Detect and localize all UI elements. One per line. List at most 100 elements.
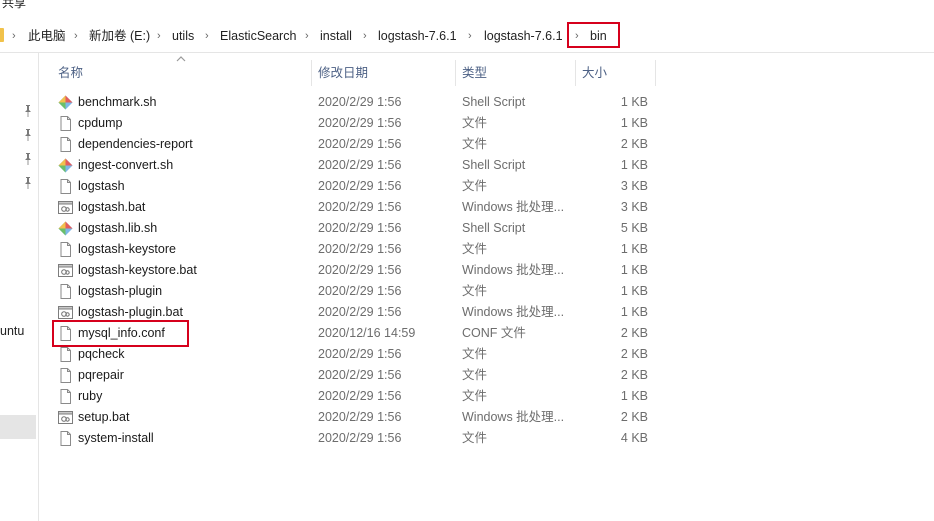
sidebar-item-ubuntu[interactable]: untu (0, 324, 24, 338)
file-modified-date: 2020/12/16 14:59 (318, 326, 416, 340)
column-divider[interactable] (575, 60, 576, 86)
file-row[interactable]: logstash-plugin 2020/2/29 1:56 文件 1 KB (52, 281, 648, 302)
pin-icon[interactable] (23, 177, 33, 189)
file-size: 1 KB (620, 305, 648, 319)
ribbon-tab-fragment[interactable]: 共享 (0, 0, 934, 14)
batch-file-icon (58, 305, 73, 320)
file-size: 3 KB (620, 200, 648, 214)
column-divider[interactable] (455, 60, 456, 86)
file-size: 1 KB (620, 242, 648, 256)
column-header-size[interactable]: 大小 (582, 60, 607, 86)
file-size: 1 KB (620, 116, 648, 130)
chevron-right-icon[interactable]: › (12, 27, 16, 45)
file-modified-date: 2020/2/29 1:56 (318, 305, 402, 319)
file-size: 5 KB (620, 221, 648, 235)
file-modified-date: 2020/2/29 1:56 (318, 116, 402, 130)
column-header-date[interactable]: 修改日期 (318, 60, 368, 86)
chevron-right-icon[interactable]: › (157, 27, 161, 45)
file-type: 文件 (462, 389, 488, 403)
file-name: ruby (78, 389, 103, 403)
file-name: logstash-keystore (78, 242, 176, 256)
batch-file-icon (58, 263, 73, 278)
file-icon (58, 389, 73, 404)
file-type: 文件 (462, 368, 488, 382)
file-type: Shell Script (462, 158, 526, 172)
chevron-right-icon[interactable]: › (205, 27, 209, 45)
sidebar-item-selected[interactable] (0, 415, 36, 439)
bin-highlight-box (567, 22, 620, 48)
pin-icon[interactable] (23, 105, 33, 117)
file-row[interactable]: system-install 2020/2/29 1:56 文件 4 KB (52, 428, 648, 449)
file-row[interactable]: benchmark.sh 2020/2/29 1:56 Shell Script 1 … (52, 92, 648, 113)
file-size: 2 KB (620, 137, 648, 151)
file-type: Shell Script (462, 221, 526, 235)
ribbon-tab-share[interactable]: 共享 (2, 0, 26, 11)
file-modified-date: 2020/2/29 1:56 (318, 389, 402, 403)
breadcrumb-this-pc[interactable]: 此电脑 (28, 27, 66, 45)
column-header-type[interactable]: 类型 (462, 60, 487, 86)
breadcrumb-logstash-inner[interactable]: logstash-7.6.1 (484, 27, 563, 45)
file-size: 2 KB (620, 326, 648, 340)
file-row[interactable]: logstash-keystore 2020/2/29 1:56 文件 1 KB (52, 239, 648, 260)
file-row[interactable]: logstash.bat 2020/2/29 1:56 Windows 批处理...… (52, 197, 648, 218)
file-row[interactable]: ingest-convert.sh 2020/2/29 1:56 Shell Scr… (52, 155, 648, 176)
column-divider[interactable] (655, 60, 656, 86)
chevron-right-icon[interactable]: › (363, 27, 367, 45)
batch-file-icon (58, 410, 73, 425)
shell-script-icon (58, 158, 73, 173)
batch-file-icon (58, 200, 73, 215)
file-name: pqrepair (78, 368, 124, 382)
file-type: Windows 批处理... (462, 200, 565, 214)
file-row[interactable]: pqcheck 2020/2/29 1:56 文件 2 KB (52, 344, 648, 365)
column-header-name[interactable]: 名称 (58, 60, 83, 86)
file-icon (58, 431, 73, 446)
pin-icon[interactable] (23, 153, 33, 165)
chevron-right-icon[interactable]: › (468, 27, 472, 45)
file-row[interactable]: logstash 2020/2/29 1:56 文件 3 KB (52, 176, 648, 197)
breadcrumb-utils[interactable]: utils (172, 27, 194, 45)
column-divider[interactable] (311, 60, 312, 86)
breadcrumb-install[interactable]: install (320, 27, 352, 45)
file-row[interactable]: setup.bat 2020/2/29 1:56 Windows 批处理... 2 K… (52, 407, 648, 428)
file-type: 文件 (462, 284, 488, 298)
file-icon (58, 347, 73, 362)
pin-icon[interactable] (23, 129, 33, 141)
file-name: ingest-convert.sh (78, 158, 174, 172)
file-modified-date: 2020/2/29 1:56 (318, 137, 402, 151)
navigation-pane[interactable]: untu (0, 53, 39, 521)
file-name: logstash.bat (78, 200, 146, 214)
file-type: 文件 (462, 179, 488, 193)
file-size: 1 KB (620, 389, 648, 403)
file-row[interactable]: cpdump 2020/2/29 1:56 文件 1 KB (52, 113, 648, 134)
file-size: 1 KB (620, 263, 648, 277)
file-row[interactable]: logstash-keystore.bat 2020/2/29 1:56 Windo… (52, 260, 648, 281)
file-row[interactable]: dependencies-report 2020/2/29 1:56 文件 2 KB (52, 134, 648, 155)
file-modified-date: 2020/2/29 1:56 (318, 179, 402, 193)
file-row[interactable]: logstash.lib.sh 2020/2/29 1:56 Shell Scrip… (52, 218, 648, 239)
file-row[interactable]: ruby 2020/2/29 1:56 文件 1 KB (52, 386, 648, 407)
file-type: Windows 批处理... (462, 263, 565, 277)
file-row[interactable]: pqrepair 2020/2/29 1:56 文件 2 KB (52, 365, 648, 386)
chevron-right-icon[interactable]: › (305, 27, 309, 45)
shell-script-icon (58, 95, 73, 110)
address-bar[interactable]: › 此电脑 › 新加卷 (E:) › utils › ElasticSearch… (0, 18, 934, 53)
file-size: 2 KB (620, 410, 648, 424)
file-modified-date: 2020/2/29 1:56 (318, 200, 402, 214)
file-type: 文件 (462, 347, 488, 361)
file-size: 1 KB (620, 158, 648, 172)
file-name: benchmark.sh (78, 95, 157, 109)
breadcrumb-drive-e[interactable]: 新加卷 (E:) (89, 27, 150, 45)
folder-icon (0, 28, 4, 42)
file-icon (58, 242, 73, 257)
breadcrumb-logstash-outer[interactable]: logstash-7.6.1 (378, 27, 457, 45)
file-name: logstash-plugin.bat (78, 305, 183, 319)
file-icon (58, 137, 73, 152)
file-size: 3 KB (620, 179, 648, 193)
file-type: CONF 文件 (462, 326, 526, 340)
file-icon (58, 368, 73, 383)
breadcrumb-elasticsearch[interactable]: ElasticSearch (220, 27, 296, 45)
chevron-right-icon[interactable]: › (74, 27, 78, 45)
file-modified-date: 2020/2/29 1:56 (318, 242, 402, 256)
file-modified-date: 2020/2/29 1:56 (318, 263, 402, 277)
file-name: logstash.lib.sh (78, 221, 158, 235)
